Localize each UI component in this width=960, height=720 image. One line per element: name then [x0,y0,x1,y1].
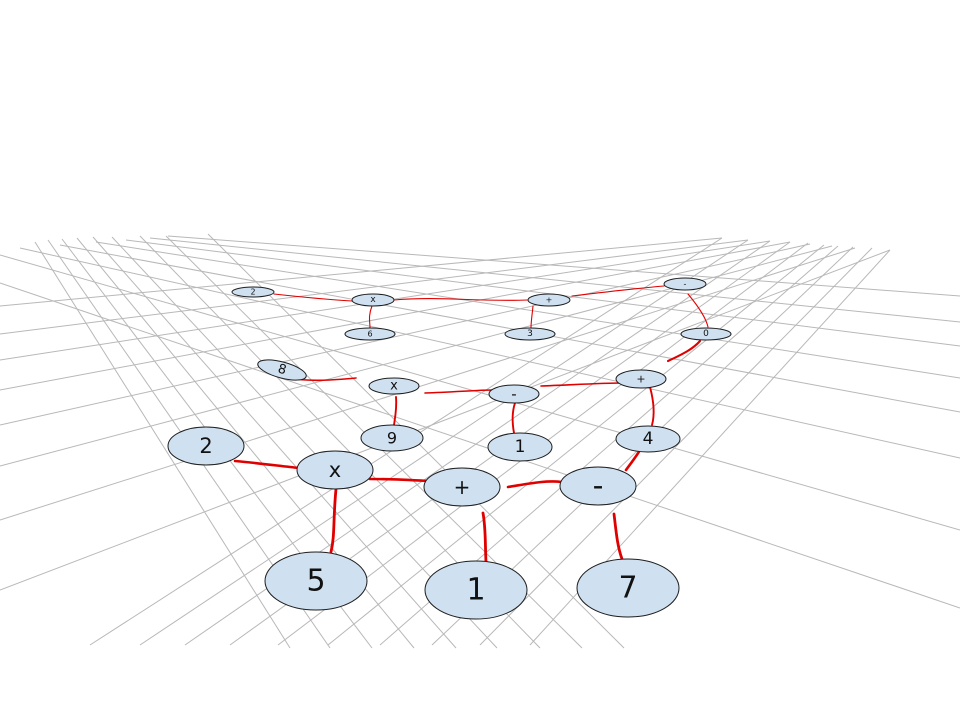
node-label: x [329,458,341,482]
tree-edge-15 [368,477,430,483]
node-label: 6 [367,330,372,339]
tree-node-f_d: + [527,293,571,307]
node-label: - [593,469,604,504]
tree-node-m_d: - [488,384,540,404]
tree-node-f_g: 0 [680,327,732,341]
node-label: - [684,280,687,289]
tree-edge-2 [393,298,529,301]
tree-edge-17 [506,480,564,489]
tree-node-n_f: - [559,466,637,506]
tree-node-n_c: 5 [264,551,368,611]
tree-node-m_c: 9 [360,424,424,452]
tree-edge-5 [687,293,709,328]
node-label: 1 [466,573,485,608]
tree-node-f_e: 3 [504,327,556,341]
tree-node-f_a: 2 [231,286,275,298]
tree-node-n_g: 7 [576,558,680,618]
tree-node-f_b: x [351,293,395,307]
node-label: + [636,373,645,386]
node-label: 0 [703,329,709,339]
node-label: x [370,295,376,305]
perspective-expression-tree-diagram: 2 x 6 +3 - 0 8 x 9 - 1 +4 2 x 5 +1 - 7 [0,233,960,649]
node-label: 5 [306,564,325,599]
tree-edge-1 [368,305,373,329]
node-label: 2 [250,288,255,297]
node-label: 4 [643,429,654,449]
tree-node-n_a: 2 [167,426,245,466]
node-label: + [454,475,471,499]
tree-node-f_c: 6 [344,327,396,341]
tree-node-n_d: + [423,467,501,507]
node-label: + [546,296,553,305]
tree-node-n_b: x [296,450,374,490]
tree-node-m_g: 4 [615,425,681,453]
tree-node-m_f: + [615,369,667,389]
tree-node-f_f: - [663,277,707,291]
tree-node-m_b: x [368,377,420,395]
node-label: 1 [515,437,526,457]
tree-edge-13 [233,459,301,470]
tree-edge-11 [649,386,655,426]
node-label: 9 [387,429,397,448]
node-label: 3 [527,329,533,339]
tree-edge-10 [540,382,625,387]
node-label: 7 [618,571,637,606]
grid-line-0 [34,241,291,649]
tree-edge-14 [329,487,338,554]
tree-node-n_e: 1 [424,560,528,620]
node-label: 2 [199,434,212,458]
tree-node-m_e: 1 [487,432,553,462]
tree-node-m_a: 8 [257,359,307,381]
node-label: x [390,379,398,394]
node-label: - [511,385,516,403]
